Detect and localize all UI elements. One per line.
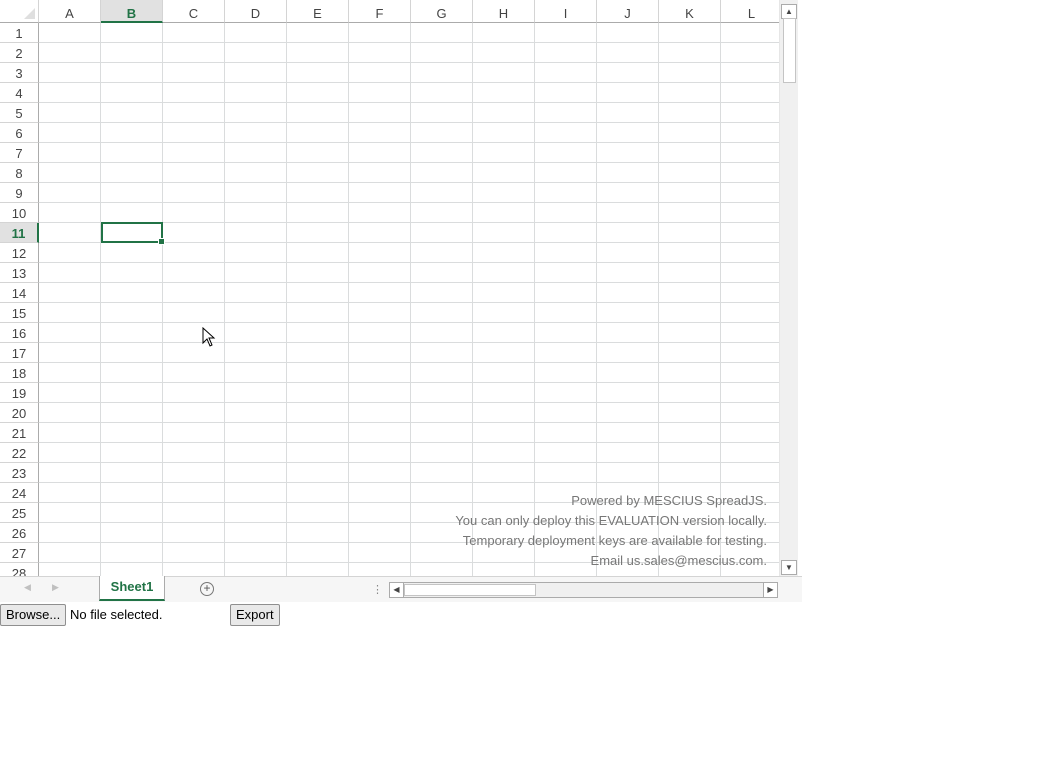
column-headers: ABCDEFGHIJKL	[39, 0, 779, 23]
watermark-line: Temporary deployment keys are available …	[462, 533, 767, 548]
row-header-23[interactable]: 23	[0, 463, 39, 483]
row-header-19[interactable]: 19	[0, 383, 39, 403]
row-header-22[interactable]: 22	[0, 443, 39, 463]
column-header-e[interactable]: E	[287, 0, 349, 23]
column-header-k[interactable]: K	[659, 0, 721, 23]
row-header-28[interactable]: 28	[0, 563, 39, 576]
row-header-7[interactable]: 7	[0, 143, 39, 163]
row-header-17[interactable]: 17	[0, 343, 39, 363]
column-header-h[interactable]: H	[473, 0, 535, 23]
fill-handle[interactable]	[158, 238, 165, 245]
column-header-d[interactable]: D	[225, 0, 287, 23]
spreadsheet[interactable]: ABCDEFGHIJKL 1 2 3 4 5 6 7 8 9 10 11 12 13 14 15 16 17 18…	[0, 0, 802, 602]
row-header-10[interactable]: 10	[0, 203, 39, 223]
row-header-2[interactable]: 2	[0, 43, 39, 63]
file-status-text: No file selected.	[70, 607, 163, 622]
export-button[interactable]: Export	[230, 604, 280, 626]
scroll-up-arrow-icon[interactable]: ▲	[781, 4, 797, 19]
row-header-1[interactable]: 1	[0, 23, 39, 43]
row-header-9[interactable]: 9	[0, 183, 39, 203]
row-header-25[interactable]: 25	[0, 503, 39, 523]
row-header-16[interactable]: 16	[0, 323, 39, 343]
scroll-left-arrow-icon[interactable]: ◀	[389, 582, 404, 598]
watermark-line: Powered by MESCIUS SpreadJS.	[571, 493, 767, 508]
row-header-14[interactable]: 14	[0, 283, 39, 303]
row-header-15[interactable]: 15	[0, 303, 39, 323]
cell-grid[interactable]: Powered by MESCIUS SpreadJS. You can onl…	[39, 23, 779, 576]
plus-circle-icon[interactable]: +	[200, 582, 214, 596]
column-header-i[interactable]: I	[535, 0, 597, 23]
column-header-j[interactable]: J	[597, 0, 659, 23]
horizontal-scroll-thumb[interactable]	[404, 584, 536, 596]
vertical-scrollbar[interactable]: ▲ ▼	[779, 0, 798, 576]
row-header-6[interactable]: 6	[0, 123, 39, 143]
mouse-pointer-icon	[202, 327, 216, 347]
horizontal-scrollbar[interactable]: ◀ ▶	[389, 582, 778, 598]
row-header-8[interactable]: 8	[0, 163, 39, 183]
tab-splitter-handle[interactable]: ⋮	[372, 583, 383, 596]
selected-cell[interactable]	[101, 222, 165, 245]
row-header-4[interactable]: 4	[0, 83, 39, 103]
column-header-a[interactable]: A	[39, 0, 101, 23]
scroll-right-arrow-icon[interactable]: ▶	[763, 582, 778, 598]
evaluation-watermark: Powered by MESCIUS SpreadJS. You can onl…	[455, 491, 767, 571]
row-header-13[interactable]: 13	[0, 263, 39, 283]
scroll-down-arrow-icon[interactable]: ▼	[781, 560, 797, 575]
column-header-l[interactable]: L	[721, 0, 779, 23]
sheet-tab-sheet1[interactable]: Sheet1	[99, 576, 165, 601]
row-header-24[interactable]: 24	[0, 483, 39, 503]
row-header-21[interactable]: 21	[0, 423, 39, 443]
select-all-corner[interactable]	[0, 0, 39, 23]
watermark-line: Email us.sales@mescius.com.	[590, 553, 767, 568]
column-header-f[interactable]: F	[349, 0, 411, 23]
column-header-c[interactable]: C	[163, 0, 225, 23]
browse-button[interactable]: Browse...	[0, 604, 67, 626]
row-header-26[interactable]: 26	[0, 523, 39, 543]
row-header-27[interactable]: 27	[0, 543, 39, 563]
vertical-scroll-thumb[interactable]	[783, 18, 796, 83]
watermark-line: You can only deploy this EVALUATION vers…	[455, 513, 767, 528]
row-header-11[interactable]: 11	[0, 223, 39, 243]
row-header-20[interactable]: 20	[0, 403, 39, 423]
row-header-5[interactable]: 5	[0, 103, 39, 123]
column-header-b[interactable]: B	[101, 0, 163, 23]
row-header-18[interactable]: 18	[0, 363, 39, 383]
row-header-3[interactable]: 3	[0, 63, 39, 83]
previous-sheet-arrow-icon[interactable]: ◀	[24, 582, 31, 593]
row-headers: 1 2 3 4 5 6 7 8 9 10 11 12 13 14 15 16 17 18 19 20 21 22 23 24 2…	[0, 23, 39, 576]
row-header-12[interactable]: 12	[0, 243, 39, 263]
column-header-g[interactable]: G	[411, 0, 473, 23]
sheet-tab-strip: ◀ ▶ Sheet1 + ⋮ ◀ ▶	[0, 576, 802, 602]
next-sheet-arrow-icon[interactable]: ▶	[52, 582, 59, 593]
